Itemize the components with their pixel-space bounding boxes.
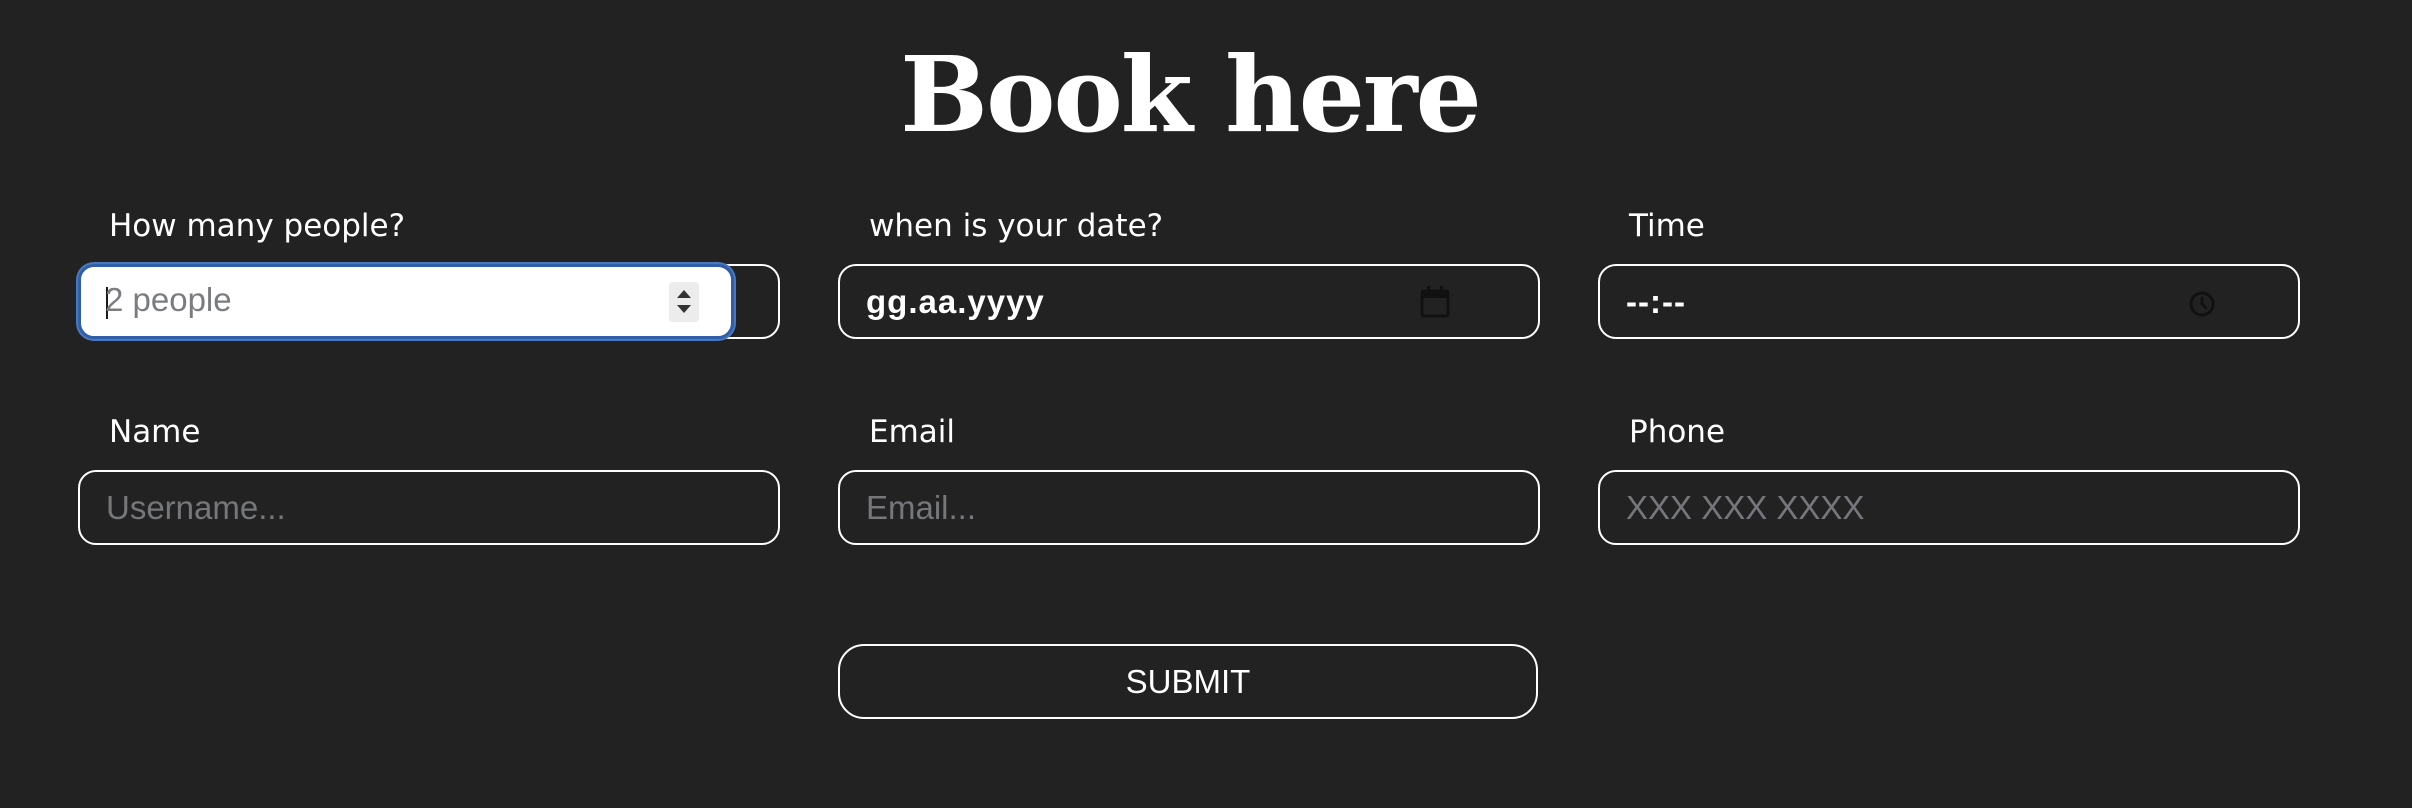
name-placeholder: Username...: [106, 489, 286, 526]
people-input-frame[interactable]: 2 people: [78, 264, 780, 339]
spinner-arrows-icon[interactable]: [669, 282, 699, 322]
clock-icon[interactable]: [2188, 290, 2216, 318]
phone-label: Phone: [1629, 414, 1726, 450]
email-input[interactable]: Email...: [838, 470, 1540, 545]
date-label: when is your date?: [869, 208, 1164, 244]
people-number-input[interactable]: 2 people: [78, 264, 734, 339]
submit-button[interactable]: SUBMIT: [838, 644, 1538, 719]
time-label: Time: [1629, 208, 1705, 244]
time-input[interactable]: --:--: [1598, 264, 2300, 339]
spinner-down-icon[interactable]: [677, 305, 691, 313]
page-title: Book here: [900, 33, 1482, 156]
name-input[interactable]: Username...: [78, 470, 780, 545]
date-input[interactable]: gg.aa.yyyy: [838, 264, 1540, 339]
phone-input[interactable]: XXX XXX XXXX: [1598, 470, 2300, 545]
calendar-icon[interactable]: [1420, 286, 1450, 318]
phone-placeholder: XXX XXX XXXX: [1626, 489, 1865, 526]
name-label: Name: [109, 414, 201, 450]
time-value: --:--: [1626, 283, 1686, 320]
email-placeholder: Email...: [866, 489, 977, 526]
email-label: Email: [869, 414, 956, 450]
people-placeholder: 2 people: [105, 281, 232, 318]
date-value: gg.aa.yyyy: [866, 283, 1045, 320]
people-label: How many people?: [109, 208, 406, 244]
spinner-up-icon[interactable]: [677, 290, 691, 298]
